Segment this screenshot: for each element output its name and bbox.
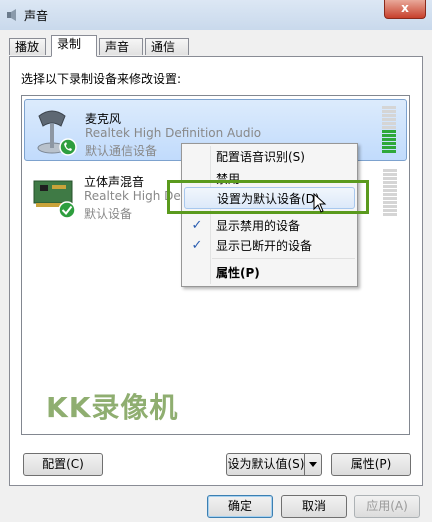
mouse-cursor-icon [313,193,327,213]
level-bar [383,181,397,184]
level-bar [382,122,396,125]
speaker-icon [7,9,16,21]
cancel-button[interactable]: 取消 [281,495,347,518]
level-bar [383,205,397,208]
menu-item-properties[interactable]: 属性(P) [184,262,355,284]
menu-item-label: 显示已断开的设备 [216,239,313,253]
level-bar [382,134,396,137]
instruction-text: 选择以下录制设备来修改设置: [21,72,182,86]
device-status: 默认通信设备 [85,144,158,158]
menu-item-show-disconnected[interactable]: ✓ 显示已断开的设备 [184,235,355,257]
level-meter [382,106,396,154]
menu-item-label: 配置语音识别(S) [216,150,305,164]
level-bar [383,177,397,180]
level-bar [382,146,396,149]
phone-badge-icon [59,138,77,156]
menu-item-configure-speech[interactable]: 配置语音识别(S) [184,146,355,168]
properties-button[interactable]: 属性(P) [331,453,411,476]
level-bar [383,201,397,204]
level-bar [383,193,397,196]
set-default-label: 设为默认值(S) [227,457,305,471]
level-bar [382,142,396,145]
level-bar [383,169,397,172]
title-bar: 声音 x [0,0,432,31]
menu-item-label: 属性(P) [216,266,260,280]
menu-item-label: 显示禁用的设备 [216,219,301,233]
device-name: 麦克风 [85,112,122,126]
tab-communications[interactable]: 通信 [145,38,189,55]
ok-button[interactable]: 确定 [207,495,273,518]
close-button[interactable]: x [384,0,426,19]
configure-button[interactable]: 配置(C) [23,453,103,476]
level-meter [383,169,397,217]
level-bar [382,138,396,141]
level-bar [382,118,396,121]
device-driver: Realtek High Definition Audio [85,126,262,140]
annotation-highlight-box [167,180,369,214]
menu-separator [212,258,355,259]
checkmark-icon: ✓ [191,218,203,233]
level-bar [382,114,396,117]
level-bar [382,150,396,153]
level-bar [382,126,396,129]
level-bar [382,130,396,133]
checkmark-icon: ✓ [191,238,203,253]
apply-button[interactable]: 应用(A) [354,495,420,518]
chevron-down-icon[interactable] [304,454,321,475]
level-bar [383,185,397,188]
checkmark-badge-icon [58,201,76,219]
device-name: 立体声混音 [84,175,145,189]
set-default-button[interactable]: 设为默认值(S) [226,453,322,476]
watermark-text: KK录像机 [46,391,179,424]
level-bar [383,213,397,216]
level-bar [383,173,397,176]
level-bar [383,189,397,192]
level-bar [383,209,397,212]
window-title: 声音 [24,9,49,23]
tab-recording[interactable]: 录制 [51,35,97,57]
level-bar [382,106,396,109]
device-status: 默认设备 [84,207,133,221]
tab-playback[interactable]: 播放 [9,38,46,55]
level-bar [383,197,397,200]
tab-sounds[interactable]: 声音 [99,38,143,55]
context-menu: 配置语音识别(S) 禁用 设置为默认设备(D) ✓ 显示禁用的设备 ✓ 显示已断… [181,143,358,287]
level-bar [382,110,396,113]
menu-item-show-disabled[interactable]: ✓ 显示禁用的设备 [184,215,355,237]
